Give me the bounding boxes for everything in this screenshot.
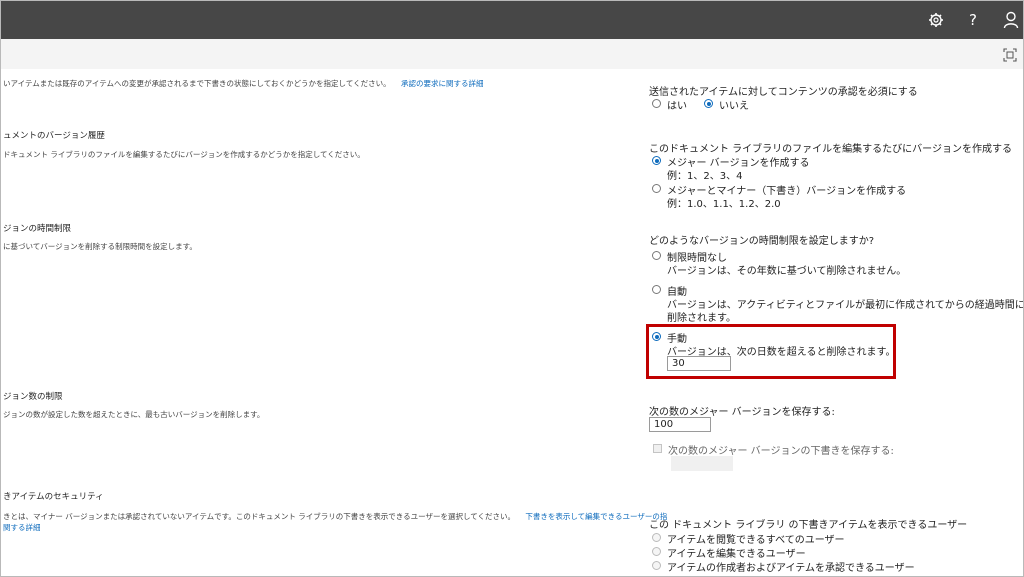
auto-limit-radio[interactable]: [652, 285, 661, 294]
approval-yes-label: はい: [667, 101, 687, 112]
major-version-radio[interactable]: [652, 156, 661, 165]
draft-visibility-question: この ドキュメント ライブラリ の下書きアイテムを表示できるユーザー: [649, 520, 968, 531]
gear-icon[interactable]: [926, 10, 946, 30]
minor-version-radio[interactable]: [652, 184, 661, 193]
draft-keep-checkbox[interactable]: [653, 444, 662, 453]
approvers-label: アイテムの作成者およびアイテムを承認できるユーザー: [667, 563, 915, 574]
readers-label: アイテムを閲覧できるすべてのユーザー: [667, 535, 845, 546]
no-limit-description: バージョンは、その年数に基づいて削除されません。: [667, 266, 907, 277]
timelimit-description: に基づいてバージョンを削除する制限時間を設定します。: [3, 242, 197, 251]
draft-security-description: きとは、マイナー バージョンまたは承認されていないアイテムです。このドキュメント…: [3, 511, 667, 522]
command-bar: [1, 39, 1023, 69]
history-heading: ュメントのバージョン履歴: [3, 131, 105, 141]
draft-security-learn-more-link-cont[interactable]: 関する詳細: [3, 522, 41, 533]
approval-learn-more-link[interactable]: 承認の要求に関する詳細: [401, 79, 484, 88]
approval-description: いアイテムまたは既存のアイテムへの変更が承認されるまで下書きの状態にしておくかど…: [3, 78, 484, 89]
approval-yes-radio[interactable]: [652, 99, 661, 108]
major-version-example: 例：1、2、3、4: [667, 171, 743, 182]
readers-radio[interactable]: [652, 533, 661, 542]
approval-question: 送信されたアイテムに対してコンテンツの承認を必須にする: [649, 87, 918, 98]
approvers-radio[interactable]: [652, 561, 661, 570]
history-description: ドキュメント ライブラリのファイルを編集するたびにバージョンを作成するかどうかを…: [3, 150, 365, 159]
approval-no-radio[interactable]: [704, 99, 713, 108]
draft-keep-input: [671, 456, 733, 471]
draft-security-learn-more-link[interactable]: 下書きを表示して編集できるユーザーの指: [525, 512, 667, 521]
focus-mode-icon[interactable]: [1003, 47, 1017, 62]
security-desc-text: きとは、マイナー バージョンまたは承認されていないアイテムです。このドキュメント…: [3, 512, 515, 521]
person-icon[interactable]: [1001, 10, 1021, 30]
manual-days-input[interactable]: 30: [667, 356, 731, 371]
help-icon[interactable]: ?: [963, 10, 983, 30]
manual-limit-radio[interactable]: [652, 332, 661, 341]
minor-version-example: 例：1.0、1.1、1.2、2.0: [667, 199, 781, 210]
major-keep-label: 次の数のメジャー バージョンを保存する:: [649, 407, 835, 418]
draft-security-heading: きアイテムのセキュリティ: [3, 492, 104, 502]
major-keep-input[interactable]: 100: [649, 417, 711, 432]
editors-label: アイテムを編集できるユーザー: [667, 549, 806, 560]
app-window: ? いアイテムまたは既存のアイテムへの変更が承認されるまで下書きの状態にしておく…: [0, 0, 1024, 577]
draft-keep-label: 次の数のメジャー バージョンの下書きを保存する:: [668, 446, 894, 457]
count-limit-description: ジョンの数が設定した数を超えたときに、最も古いバージョンを削除します。: [3, 410, 265, 419]
auto-limit-description-cont: 削除されます。: [667, 313, 736, 324]
no-limit-radio[interactable]: [652, 251, 661, 260]
approval-no-label: いいえ: [719, 101, 749, 112]
suite-bar: ?: [1, 1, 1023, 39]
editors-radio[interactable]: [652, 547, 661, 556]
timelimit-question: どのようなバージョンの時間制限を設定しますか?: [649, 236, 875, 247]
approval-desc-text: いアイテムまたは既存のアイテムへの変更が承認されるまで下書きの状態にしておくかど…: [3, 79, 391, 88]
timelimit-heading: ジョンの時間制限: [3, 224, 72, 234]
versioning-question: このドキュメント ライブラリのファイルを編集するたびにバージョンを作成する: [649, 144, 1012, 155]
count-limit-heading: ジョン数の制限: [3, 392, 63, 402]
